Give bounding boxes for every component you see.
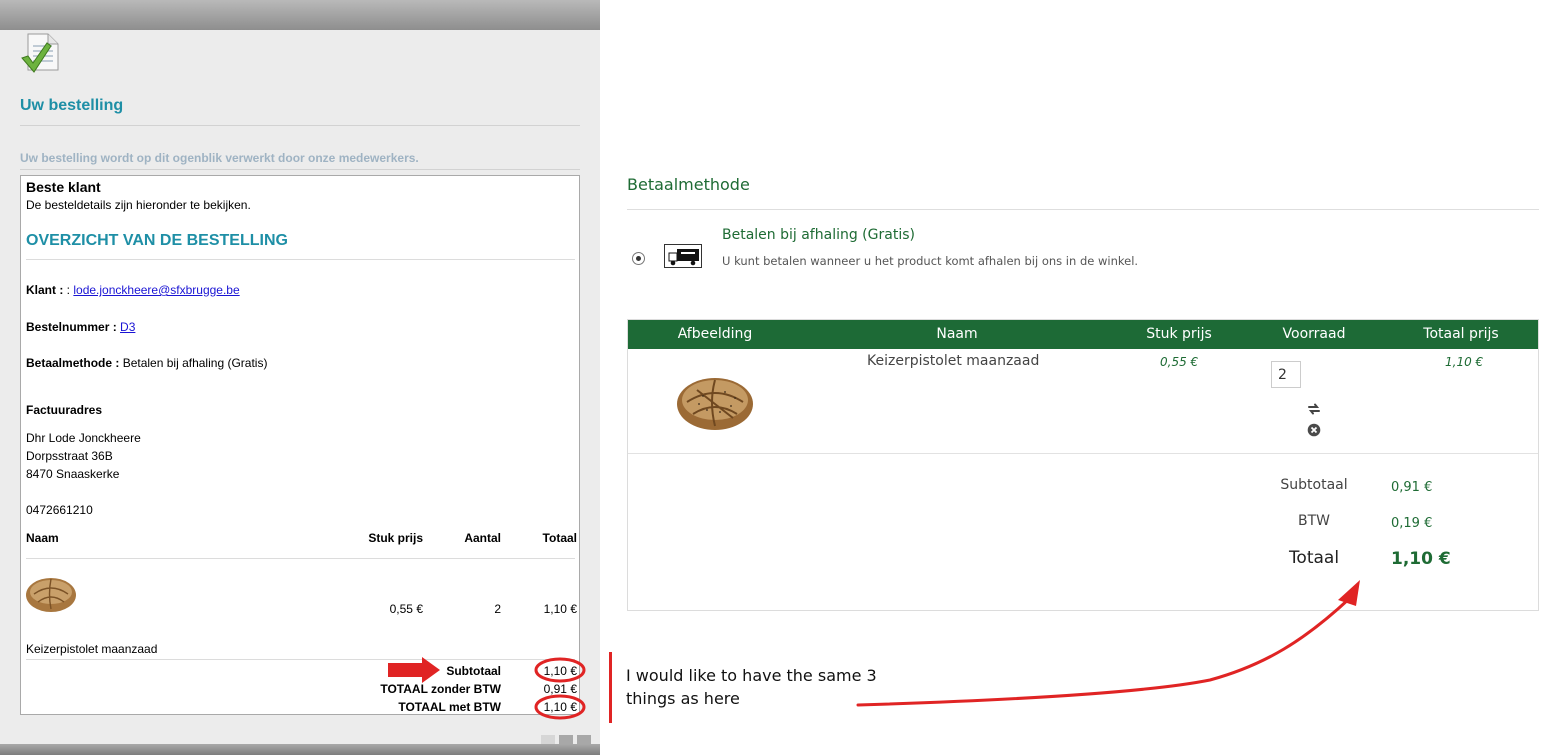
cart-header-row: Afbeelding Naam Stuk prijs Voorraad Tota… — [628, 320, 1538, 349]
item-total: 1,10 € — [543, 602, 577, 616]
total-incl-vat-value: 1,10 € — [543, 700, 577, 714]
customer-email-link[interactable]: lode.jonckheere@sfxbrugge.be — [73, 283, 239, 297]
header-total-price: Totaal prijs — [1423, 326, 1499, 342]
pager-dot[interactable] — [559, 735, 573, 744]
divider — [20, 169, 580, 170]
annotation-marker — [609, 652, 612, 723]
customer-line: Klant : : lode.jonckheere@sfxbrugge.be — [26, 283, 240, 297]
divider — [26, 259, 575, 260]
product-unit-price: 0,55 € — [1160, 355, 1199, 369]
total-excl-vat-label: TOTAAL zonder BTW — [380, 682, 501, 696]
bread-roll-thumbnail — [26, 578, 76, 612]
total-label: Totaal — [1288, 548, 1340, 568]
payment-method-label: Betaalmethode : — [26, 356, 120, 370]
order-number-label: Bestelnummer : — [26, 320, 117, 334]
shop-checkout-panel: Betaalmethode Betalen bij afhaling (Grat… — [600, 0, 1563, 755]
subtotal-label: Subtotaal — [446, 664, 501, 678]
annotation-note: I would like to have the same 3 things a… — [626, 666, 877, 708]
page-title: Uw bestelling — [20, 97, 124, 114]
customer-label: Klant : — [26, 283, 64, 297]
cart-table: Afbeelding Naam Stuk prijs Voorraad Tota… — [627, 319, 1539, 611]
address-line: 8470 Snaaskerke — [26, 467, 120, 481]
divider — [627, 209, 1539, 210]
product-total-price: 1,10 € — [1445, 355, 1484, 369]
delivery-truck-icon — [664, 244, 702, 268]
order-number-line: Bestelnummer : D3 — [26, 320, 135, 334]
col-header-unit-price: Stuk prijs — [368, 531, 423, 545]
subtotal-label: Subtotaal — [1280, 477, 1348, 493]
greeting: Beste klant — [26, 179, 101, 195]
payment-method-line: Betaalmethode : Betalen bij afhaling (Gr… — [26, 356, 267, 370]
quantity-input[interactable] — [1271, 361, 1301, 388]
order-confirmation-panel: Uw bestelling Uw bestelling wordt op dit… — [0, 0, 600, 755]
subtotal-value: 0,91 € — [1391, 480, 1433, 495]
email-body: Beste klant De besteldetails zijn hieron… — [20, 175, 580, 715]
divider — [628, 453, 1538, 454]
divider — [26, 558, 575, 559]
header-stock: Voorraad — [1282, 326, 1346, 342]
total-incl-vat-label: TOTAAL met BTW — [398, 700, 501, 714]
billing-address-label: Factuuradres — [26, 403, 103, 417]
address-line: Dhr Lode Jonckheere — [26, 431, 141, 445]
address-line: Dorpsstraat 36B — [26, 449, 113, 463]
pager-dot[interactable] — [577, 735, 591, 744]
divider — [20, 125, 580, 126]
vat-value: 0,19 € — [1391, 516, 1433, 531]
col-header-name: Naam — [26, 531, 59, 545]
payment-option-radio[interactable] — [632, 252, 645, 265]
col-header-total: Totaal — [542, 531, 577, 545]
remove-item-icon[interactable] — [1307, 423, 1321, 437]
item-unit-price: 0,55 € — [389, 602, 423, 616]
subtotal-value: 1,10 € — [543, 664, 577, 678]
payment-method-value: Betalen bij afhaling (Gratis) — [122, 356, 268, 370]
col-header-qty: Aantal — [464, 531, 501, 545]
item-name: Keizerpistolet maanzaad — [26, 642, 158, 656]
product-name: Keizerpistolet maanzaad — [867, 353, 1040, 369]
document-check-icon — [21, 33, 59, 73]
total-excl-vat-value: 0,91 € — [543, 682, 577, 696]
pager-dot[interactable] — [541, 735, 555, 744]
divider — [26, 659, 575, 660]
item-qty: 2 — [494, 602, 501, 616]
header-name: Naam — [936, 326, 978, 342]
total-value: 1,10 € — [1391, 549, 1451, 569]
page-subtitle: Uw bestelling wordt op dit ogenblik verw… — [20, 151, 419, 165]
order-number-link[interactable]: D3 — [120, 320, 135, 334]
window-bottom-bar — [0, 744, 600, 755]
payment-option-description: U kunt betalen wanneer u het product kom… — [722, 254, 1139, 268]
header-unit-price: Stuk prijs — [1146, 326, 1212, 342]
overview-title: OVERZICHT VAN DE BESTELLING — [26, 232, 288, 249]
phone-number: 0472661210 — [26, 503, 93, 517]
product-image — [677, 378, 753, 430]
update-quantity-icon[interactable] — [1307, 402, 1321, 416]
intro-text: De besteldetails zijn hieronder te bekij… — [26, 198, 251, 212]
payment-method-title: Betaalmethode — [627, 175, 750, 194]
payment-option-name: Betalen bij afhaling (Gratis) — [722, 227, 915, 243]
header-image: Afbeelding — [677, 326, 753, 342]
customer-separator: : — [63, 283, 74, 297]
vat-label: BTW — [1298, 513, 1330, 529]
window-top-bar — [0, 0, 600, 30]
